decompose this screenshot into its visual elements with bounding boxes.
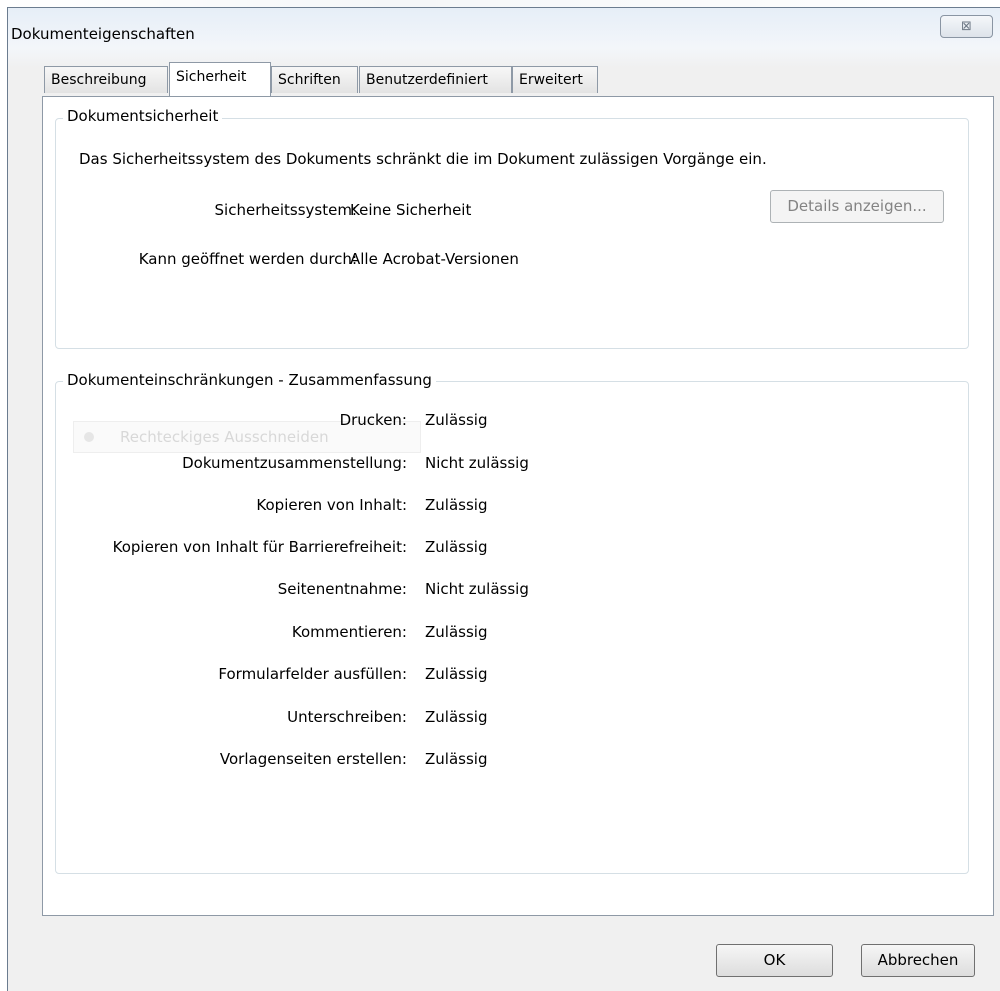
restriction-value: Zulässig bbox=[425, 665, 488, 683]
restriction-label: Dokumentzusammenstellung: bbox=[182, 454, 407, 472]
tab-label: Beschreibung bbox=[51, 72, 147, 88]
tab-sicherheit[interactable]: Sicherheit bbox=[169, 62, 271, 96]
tab-label: Erweitert bbox=[519, 72, 583, 88]
restriction-label: Seitenentnahme: bbox=[277, 580, 407, 598]
security-system-value: Keine Sicherheit bbox=[350, 201, 472, 219]
restriction-value: Zulässig bbox=[425, 750, 488, 768]
tab-label: Benutzerdefiniert bbox=[366, 72, 488, 88]
security-system-label: Sicherheitssystem: bbox=[214, 201, 357, 219]
restriction-value: Zulässig bbox=[425, 411, 488, 429]
restrictions-group-title: Dokumenteinschränkungen - Zusammenfassun… bbox=[63, 371, 436, 389]
restriction-label: Unterschreiben: bbox=[287, 708, 407, 726]
restriction-value: Nicht zulässig bbox=[425, 580, 529, 598]
restriction-value: Zulässig bbox=[425, 708, 488, 726]
ok-button[interactable]: OK bbox=[716, 944, 833, 977]
restriction-label: Vorlagenseiten erstellen: bbox=[219, 750, 407, 768]
dialog-title: Dokumenteigenschaften bbox=[11, 25, 195, 43]
cancel-button[interactable]: Abbrechen bbox=[861, 944, 975, 977]
ghost-dot-icon bbox=[84, 432, 94, 442]
restriction-label: Drucken: bbox=[339, 411, 407, 429]
tab-erweitert[interactable]: Erweitert bbox=[512, 66, 598, 93]
restriction-label: Kopieren von Inhalt für Barrierefreiheit… bbox=[112, 538, 407, 556]
restriction-label: Formularfelder ausfüllen: bbox=[218, 665, 407, 683]
tab-label: Schriften bbox=[278, 72, 341, 88]
background-strip bbox=[0, 0, 1000, 7]
tab-beschreibung[interactable]: Beschreibung bbox=[44, 66, 168, 93]
opened-by-label: Kann geöffnet werden durch: bbox=[138, 250, 357, 268]
opened-by-value: Alle Acrobat-Versionen bbox=[350, 250, 519, 268]
restriction-label: Kommentieren: bbox=[291, 623, 407, 641]
restriction-value: Zulässig bbox=[425, 496, 488, 514]
tab-label: Sicherheit bbox=[176, 69, 247, 85]
tab-schriften[interactable]: Schriften bbox=[271, 66, 358, 93]
details-button[interactable]: Details anzeigen... bbox=[770, 190, 944, 223]
security-description: Das Sicherheitssystem des Dokuments schr… bbox=[79, 150, 767, 168]
restriction-label: Kopieren von Inhalt: bbox=[256, 496, 407, 514]
tab-benutzerdefiniert[interactable]: Benutzerdefiniert bbox=[359, 66, 512, 93]
close-button[interactable]: ⊠ bbox=[940, 15, 993, 38]
restriction-value: Zulässig bbox=[425, 538, 488, 556]
security-group-title: Dokumentsicherheit bbox=[63, 107, 223, 125]
close-icon: ⊠ bbox=[961, 19, 972, 34]
restriction-value: Zulässig bbox=[425, 623, 488, 641]
restriction-value: Nicht zulässig bbox=[425, 454, 529, 472]
